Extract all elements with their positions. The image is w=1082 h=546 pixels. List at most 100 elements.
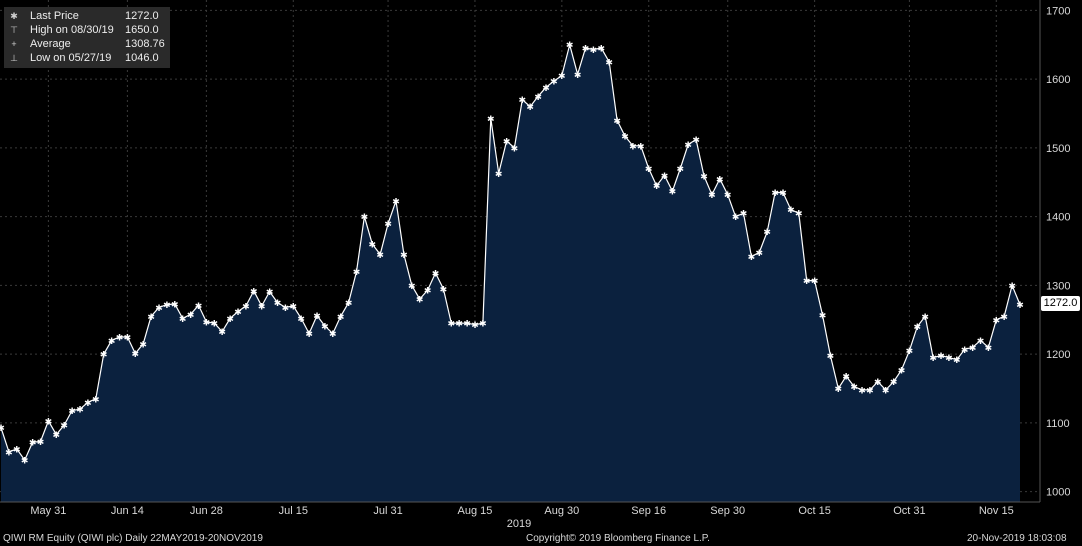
- data-point: ✱: [645, 165, 653, 175]
- footer-timestamp: 20-Nov-2019 18:03:08: [967, 533, 1067, 544]
- price-chart: ✱✱ ✱✱✱ ✱✱✱✱✱ ✱✱ ✱✱✱ ✱ ✱✱✱✱✱ ✱ ✱✱ ✱✱✱ ✱✱✱✱✱✱✱✱✱ ✱ ✱✱✱…: [0, 0, 1070, 530]
- x-tick-label: Jun 14: [111, 505, 144, 517]
- data-point: ✱: [218, 328, 226, 338]
- data-point: ✱: [874, 378, 882, 388]
- data-point: ✱: [305, 330, 313, 340]
- data-point: ✱: [384, 220, 392, 230]
- data-point: ✱: [692, 136, 700, 146]
- data-point: ✱: [519, 96, 527, 106]
- y-tick-label: 1300: [1046, 280, 1070, 292]
- data-point: ✱: [684, 141, 692, 151]
- data-point: ✱: [629, 142, 637, 152]
- average-line-icon: +: [11, 39, 17, 49]
- data-point: ✱: [803, 277, 811, 287]
- data-point: ✱: [0, 424, 5, 434]
- data-point: ✱: [534, 93, 542, 103]
- data-point: ✱: [914, 323, 922, 333]
- data-point: ✱: [653, 182, 661, 192]
- data-point: ✱: [179, 315, 187, 325]
- data-point: ✱: [463, 320, 471, 330]
- data-point: ✱: [226, 315, 234, 325]
- data-point: ✱: [361, 213, 369, 223]
- data-point: ✱: [637, 142, 645, 152]
- data-point: ✱: [993, 316, 1001, 326]
- x-axis: May 31 Jun 14 Jun 28 Jul 15 Jul 31 Aug 15 Aug …: [0, 501, 1040, 517]
- data-point: ✱: [669, 188, 677, 198]
- legend-value: 1308.76: [125, 38, 165, 50]
- data-point: ✱: [92, 395, 100, 405]
- data-point: ✱: [424, 287, 432, 297]
- data-point: ✱: [29, 439, 37, 449]
- y-tick-label: 1200: [1046, 349, 1070, 361]
- data-point: ✱: [329, 330, 337, 340]
- x-tick-label: Sep 16: [631, 505, 666, 517]
- data-point: ✱: [45, 417, 53, 427]
- data-point: ✱: [827, 352, 835, 362]
- data-point: ✱: [961, 346, 969, 356]
- x-tick-label: Sep 30: [710, 505, 745, 517]
- data-point: ✱: [906, 347, 914, 357]
- y-tick-label: 1400: [1046, 212, 1070, 224]
- footer-copyright: Copyright© 2019 Bloomberg Finance L.P.: [526, 533, 710, 544]
- data-point: ✱: [290, 303, 298, 313]
- data-point: ✱: [53, 431, 61, 441]
- data-point: ✱: [985, 344, 993, 354]
- legend-row-low: ⊥ Low on 05/27/19 1046.0: [4, 52, 170, 65]
- data-point: ✱: [763, 228, 771, 238]
- x-tick-label: Aug 15: [458, 505, 493, 517]
- data-point: ✱: [313, 312, 321, 322]
- data-point: ✱: [716, 175, 724, 185]
- data-point: ✱: [100, 351, 108, 361]
- data-point: ✱: [898, 367, 906, 377]
- data-point: ✱: [282, 304, 290, 314]
- x-tick-label: Jun 28: [190, 505, 223, 517]
- data-point: ✱: [613, 117, 621, 127]
- data-point: ✱: [866, 386, 874, 396]
- data-point: ✱: [582, 45, 590, 55]
- data-point: ✱: [511, 144, 519, 154]
- data-point: ✱: [108, 337, 116, 347]
- legend-label: Low on 05/27/19: [30, 52, 112, 64]
- data-point: ✱: [432, 270, 440, 280]
- price-area-fill: [1, 44, 1020, 502]
- data-point: ✱: [953, 356, 961, 366]
- y-tick-label: 1600: [1046, 74, 1070, 86]
- legend-label: Average: [30, 38, 71, 50]
- data-point: ✱: [392, 197, 400, 207]
- x-tick-label: Nov 15: [979, 505, 1014, 517]
- data-point: ✱: [163, 301, 171, 311]
- data-point: ✱: [471, 321, 479, 331]
- data-point: ✱: [819, 312, 827, 322]
- data-point: ✱: [455, 320, 463, 330]
- data-point: ✱: [13, 446, 21, 456]
- data-point: ✱: [124, 334, 132, 344]
- data-point: ✱: [258, 303, 266, 313]
- legend-row-high: ⊤ High on 08/30/19 1650.0: [4, 24, 170, 37]
- year-label: 2019: [507, 518, 531, 530]
- data-point: ✱: [416, 296, 424, 306]
- data-point: ✱: [132, 350, 140, 360]
- x-tick-label: Jul 31: [373, 505, 402, 517]
- data-point: ✱: [1008, 282, 1016, 292]
- data-point: ✱: [376, 251, 384, 261]
- data-point: ✱: [605, 58, 613, 68]
- data-point: ✱: [479, 320, 487, 330]
- legend-row-last-price: ✱ Last Price 1272.0: [4, 10, 170, 23]
- data-point: ✱: [353, 268, 361, 278]
- data-point: ✱: [1016, 301, 1024, 311]
- data-point: ✱: [700, 173, 708, 183]
- y-tick-label: 1700: [1046, 5, 1070, 17]
- data-point: ✱: [779, 189, 787, 199]
- data-point: ✱: [542, 84, 550, 94]
- footer-security: QIWI RM Equity (QIWI plc) Daily 22MAY201…: [3, 533, 263, 544]
- data-point: ✱: [724, 191, 732, 201]
- y-tick-label: 1500: [1046, 143, 1070, 155]
- legend-value: 1272.0: [125, 10, 159, 22]
- data-point: ✱: [266, 288, 274, 298]
- data-point: ✱: [242, 303, 250, 313]
- data-point: ✱: [621, 133, 629, 143]
- high-marker-icon: ⊤: [10, 25, 18, 35]
- data-point: ✱: [566, 41, 574, 51]
- data-point: ✱: [1000, 313, 1008, 323]
- x-tick-label: May 31: [30, 505, 66, 517]
